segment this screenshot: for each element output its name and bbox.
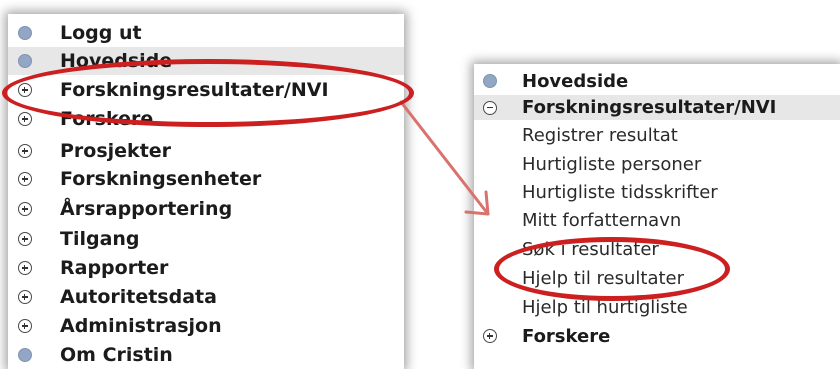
menu-item-forskere[interactable]: Forskere (474, 323, 840, 349)
submenu-item-label: Hjelp til resultater (522, 267, 685, 289)
menu-item-label: Forskningsresultater/NVI (522, 97, 777, 118)
submenu-item-label: Søk i resultater (522, 238, 659, 260)
plus-icon[interactable] (18, 202, 32, 216)
menu-item-forskningsresultater[interactable]: Forskningsresultater/NVI (474, 95, 840, 120)
minus-icon[interactable] (483, 100, 497, 115)
dot-icon (18, 348, 32, 362)
menu-item-label: Rapporter (60, 257, 169, 279)
menu-item-label: Forskere (522, 325, 611, 347)
submenu-item-label: Registrer resultat (522, 124, 678, 146)
submenu-item-label: Hurtigliste personer (522, 153, 702, 175)
menu-item-hovedside[interactable]: Hovedside (8, 47, 404, 75)
plus-icon[interactable] (18, 144, 32, 158)
menu-item-label: Forskningsresultater/NVI (60, 79, 329, 101)
menu-item-label: Hovedside (522, 70, 629, 92)
menu-item-arsrapportering[interactable]: Årsrapportering (8, 195, 404, 223)
menu-item-rapporter[interactable]: Rapporter (8, 254, 404, 282)
menu-item-label: Administrasjon (60, 315, 222, 337)
menu-item-label: Om Cristin (60, 344, 173, 366)
menu-item-label: Autoritetsdata (60, 286, 217, 308)
menu-item-label: Årsrapportering (60, 198, 233, 220)
submenu-item-label: Hurtigliste tidsskrifter (522, 181, 718, 203)
menu-item-label: Prosjekter (60, 140, 172, 162)
menu-item-label: Forskningsenheter (60, 168, 262, 190)
plus-icon[interactable] (18, 172, 32, 186)
submenu-item-mitt-forfatternavn[interactable]: Mitt forfatternavn (474, 207, 840, 233)
menu-item-label: Hovedside (60, 50, 173, 72)
menu-item-om-cristin[interactable]: Om Cristin (8, 341, 404, 369)
menu-item-label: Logg ut (60, 22, 142, 44)
menu-item-autoritetsdata[interactable]: Autoritetsdata (8, 283, 404, 311)
menu-item-label: Tilgang (60, 228, 140, 250)
plus-icon[interactable] (18, 290, 32, 304)
menu-item-forskere[interactable]: Forskere (8, 105, 404, 133)
menu-item-logg-ut[interactable]: Logg ut (8, 19, 404, 47)
submenu-item-hurtigliste-personer[interactable]: Hurtigliste personer (474, 151, 840, 177)
dot-icon (18, 54, 32, 68)
submenu-item-hjelp-til-hurtigliste[interactable]: Hjelp til hurtigliste (474, 294, 840, 320)
left-menu-panel: Logg ut Hovedside Forskningsresultater/N… (8, 14, 404, 369)
plus-icon[interactable] (18, 319, 32, 333)
plus-icon[interactable] (18, 232, 32, 246)
submenu-item-registrer-resultat[interactable]: Registrer resultat (474, 122, 840, 148)
submenu-item-label: Mitt forfatternavn (522, 209, 682, 231)
dot-icon (483, 74, 497, 88)
menu-item-prosjekter[interactable]: Prosjekter (8, 137, 404, 165)
menu-item-forskningsresultater[interactable]: Forskningsresultater/NVI (8, 76, 404, 104)
menu-item-label: Forskere (60, 108, 154, 130)
menu-item-tilgang[interactable]: Tilgang (8, 225, 404, 253)
dot-icon (18, 26, 32, 40)
plus-icon[interactable] (18, 112, 32, 126)
right-menu-panel: Hovedside Forskningsresultater/NVI Regis… (474, 64, 840, 369)
submenu-item-label: Hjelp til hurtigliste (522, 296, 688, 318)
menu-item-administrasjon[interactable]: Administrasjon (8, 312, 404, 340)
plus-icon[interactable] (18, 261, 32, 275)
submenu-item-hjelp-til-resultater[interactable]: Hjelp til resultater (474, 265, 840, 291)
submenu-item-sok-i-resultater[interactable]: Søk i resultater (474, 236, 840, 262)
plus-icon[interactable] (18, 83, 32, 97)
menu-item-forskningsenheter[interactable]: Forskningsenheter (8, 165, 404, 193)
plus-icon[interactable] (483, 329, 497, 343)
menu-item-hovedside[interactable]: Hovedside (474, 69, 840, 93)
submenu-item-hurtigliste-tidsskrifter[interactable]: Hurtigliste tidsskrifter (474, 179, 840, 205)
